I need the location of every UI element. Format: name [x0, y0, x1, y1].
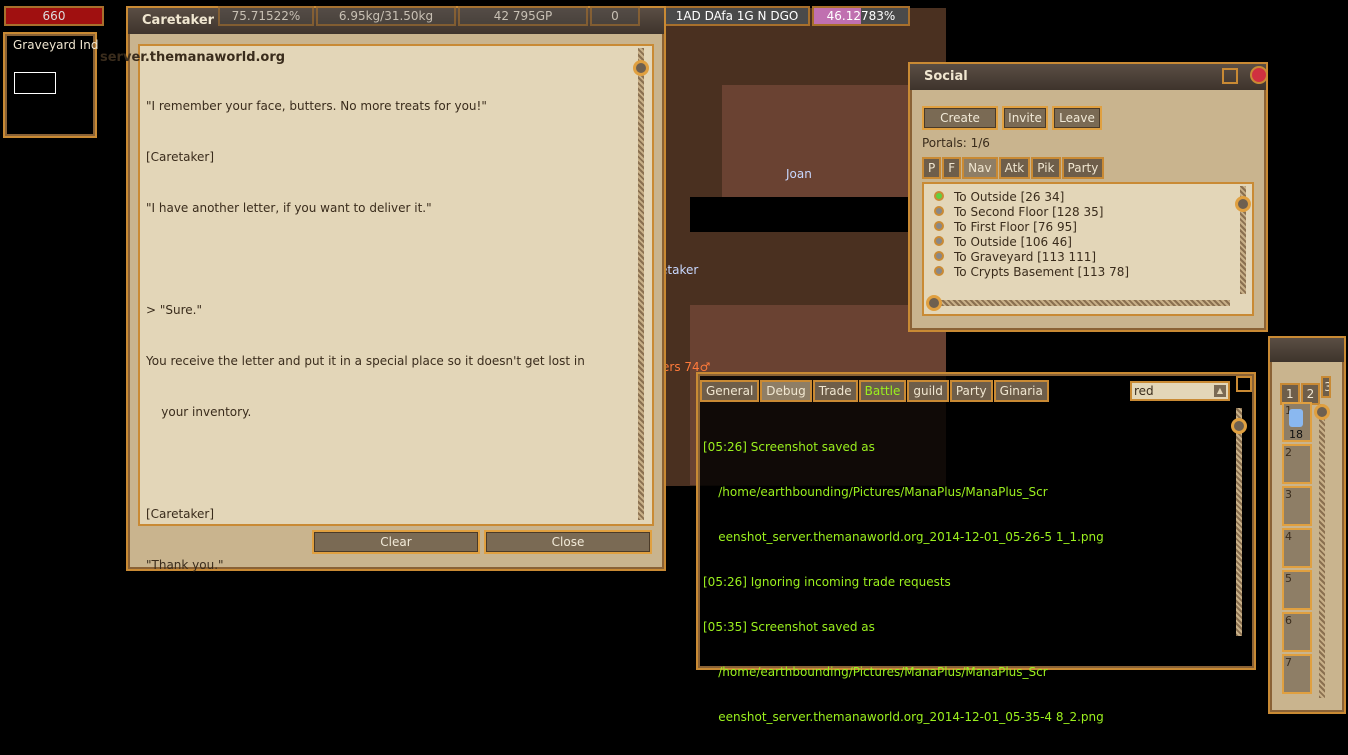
status-dot-icon	[934, 191, 944, 201]
dialog-line: You receive the letter and put it in a s…	[146, 354, 585, 368]
chat-line: [05:26] Ignoring incoming trade requests	[703, 575, 951, 589]
exp-bar: 75.71522%	[218, 6, 314, 26]
modes-bar[interactable]: 1AD DAfa 1G N DGO	[664, 6, 810, 26]
portal-item[interactable]: To Outside [26 34]	[934, 190, 1252, 205]
status-dot-icon	[934, 236, 944, 246]
server-overlay-text: server.themanaworld.org	[100, 50, 286, 65]
chat-color-select[interactable]: red ▲	[1130, 381, 1230, 401]
portal-item[interactable]: To Second Floor [128 35]	[934, 205, 1252, 220]
chat-tab-guild[interactable]: guild	[907, 380, 949, 402]
minimap-title: Graveyard Ind	[13, 38, 99, 52]
status-dot-icon	[934, 206, 944, 216]
dialog-line	[146, 455, 646, 472]
npc-dialog-text-area: "I remember your face, butters. No more …	[138, 44, 654, 572]
npc-dialog-window[interactable]: Caretaker "I remember your face, butters…	[126, 6, 666, 572]
create-button[interactable]: Create	[922, 106, 998, 130]
minimap-view	[14, 72, 56, 94]
chat-line: [05:35] Screenshot saved as	[703, 620, 875, 634]
portal-hscrollbar[interactable]	[930, 300, 1230, 306]
shortcut-slot-6[interactable]: 6	[1282, 612, 1312, 652]
chat-log: [05:26] Screenshot saved as /home/earthb…	[703, 410, 1104, 755]
chat-scrollbar[interactable]	[1236, 408, 1242, 636]
dialog-scroll-knob[interactable]	[633, 60, 649, 76]
portal-item[interactable]: To Crypts Basement [113 78]	[934, 265, 1252, 280]
shortcut-slot-5[interactable]: 5	[1282, 570, 1312, 610]
dialog-line: [Caretaker]	[146, 507, 215, 521]
dialog-line: > "Sure."	[146, 303, 202, 317]
social-tab-nav[interactable]: Nav	[962, 157, 998, 179]
chat-color-value: red	[1134, 384, 1154, 398]
chat-tab-trade[interactable]: Trade	[812, 380, 858, 402]
dialog-line: your inventory.	[146, 405, 252, 419]
status-dot-icon	[934, 221, 944, 231]
social-tabs: P F Nav Atk Pik Party	[922, 157, 1105, 179]
shortcut-slot-1[interactable]: 118	[1282, 402, 1312, 442]
shortcut-slot-2[interactable]: 2	[1282, 444, 1312, 484]
social-tab-pik[interactable]: Pik	[1031, 157, 1061, 179]
shortcut-scrollbar[interactable]	[1319, 404, 1325, 698]
misc-bar: 0	[590, 6, 640, 26]
dropdown-arrow-icon[interactable]: ▲	[1214, 385, 1226, 397]
social-window[interactable]: Social Create Invite Leave Portals: 1/6 …	[908, 62, 1268, 332]
clear-button[interactable]: Clear	[312, 530, 480, 554]
invite-button[interactable]: Invite	[1002, 106, 1048, 130]
shortcut-tab-3[interactable]: 3	[1321, 376, 1332, 398]
hp-bar: 660	[4, 6, 104, 26]
chat-line: [05:26] Screenshot saved as	[703, 440, 875, 454]
dialog-scrollbar[interactable]	[638, 48, 644, 520]
shortcut-tabs: 123	[1280, 376, 1332, 405]
portals-count: Portals: 1/6	[922, 136, 990, 150]
social-close-icon[interactable]	[1250, 66, 1268, 84]
chat-tab-ginaria[interactable]: Ginaria	[993, 380, 1049, 402]
leave-button[interactable]: Leave	[1052, 106, 1102, 130]
portal-item[interactable]: To Graveyard [113 111]	[934, 250, 1252, 265]
chat-tabs: General Debug Trade Battle guild Party Ginaria	[700, 380, 1050, 402]
portal-item[interactable]: To First Floor [76 95]	[934, 220, 1252, 235]
social-tab-party[interactable]: Party	[1061, 157, 1105, 179]
dialog-line: "I have another letter, if you want to d…	[146, 201, 432, 215]
social-minimize-icon[interactable]	[1222, 68, 1238, 84]
portal-hscroll-knob[interactable]	[926, 295, 942, 311]
dialog-line	[146, 251, 646, 268]
portal-vscroll-knob[interactable]	[1235, 196, 1251, 212]
status-dot-icon	[934, 251, 944, 261]
shortcut-slot-3[interactable]: 3	[1282, 486, 1312, 526]
chat-minimize-icon[interactable]	[1236, 376, 1252, 392]
chat-tab-party[interactable]: Party	[949, 380, 993, 402]
social-title: Social	[910, 64, 1266, 90]
portal-list: To Outside [26 34] To Second Floor [128 …	[922, 182, 1254, 316]
chat-tab-battle[interactable]: Battle	[858, 380, 907, 402]
shortcut-scroll-knob[interactable]	[1314, 404, 1330, 420]
portal-item[interactable]: To Outside [106 46]	[934, 235, 1252, 250]
chat-tab-debug[interactable]: Debug	[760, 380, 812, 402]
dialog-line: "Thank you."	[146, 558, 224, 572]
shortcut-slot-7[interactable]: 7	[1282, 654, 1312, 694]
money-bar: 42 795GP	[458, 6, 588, 26]
weight-bar: 6.95kg/31.50kg	[316, 6, 456, 26]
chat-tab-general[interactable]: General	[700, 380, 760, 402]
shortcut-title-bar	[1270, 338, 1344, 362]
close-button[interactable]: Close	[484, 530, 652, 554]
social-tab-p[interactable]: P	[922, 157, 942, 179]
status-dot-icon	[934, 266, 944, 276]
water-bottle-icon	[1289, 409, 1303, 427]
job-bar: 46.12783%	[812, 6, 910, 26]
minimap-window[interactable]: Graveyard Ind	[3, 32, 99, 138]
dialog-line: "I remember your face, butters. No more …	[146, 99, 487, 113]
dialog-line: [Caretaker]	[146, 150, 215, 164]
chat-line: /home/earthbounding/Pictures/ManaPlus/Ma…	[703, 665, 1048, 679]
map-label-joan[interactable]: Joan	[786, 167, 812, 181]
item-count: 18	[1289, 428, 1303, 441]
chat-window[interactable]: General Debug Trade Battle guild Party Ginaria…	[696, 372, 1256, 724]
social-tab-atk[interactable]: Atk	[998, 157, 1031, 179]
chat-line: eenshot_server.themanaworld.org_2014-12-…	[703, 530, 1104, 544]
shortcut-slot-4[interactable]: 4	[1282, 528, 1312, 568]
chat-line: /home/earthbounding/Pictures/ManaPlus/Ma…	[703, 485, 1048, 499]
chat-scroll-knob[interactable]	[1231, 418, 1247, 434]
social-tab-f[interactable]: F	[942, 157, 962, 179]
